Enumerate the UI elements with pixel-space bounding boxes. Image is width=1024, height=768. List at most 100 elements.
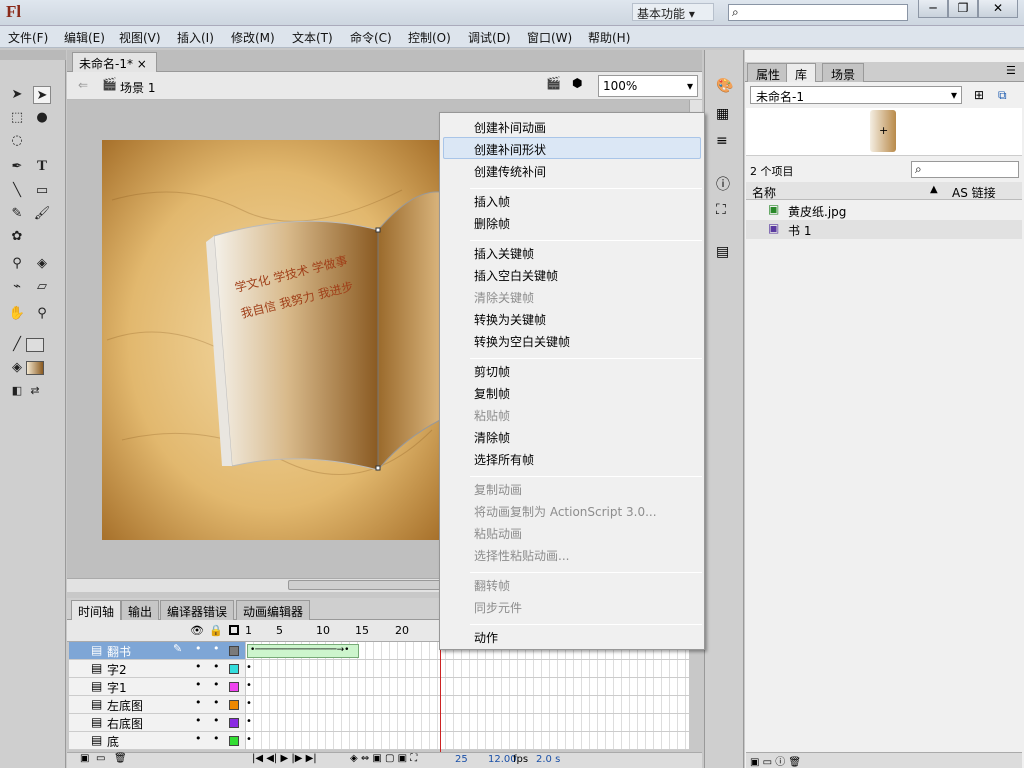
new-library-icon[interactable]: ⧉ — [998, 88, 1007, 103]
selection-tool-icon[interactable]: ➤ — [8, 86, 26, 104]
layer-color-swatch[interactable] — [229, 718, 239, 728]
onion-skin-icons[interactable]: ◈ ⇔ ▣ ▢ ▣ ⛶ — [350, 753, 417, 764]
close-tab-icon[interactable]: × — [137, 57, 147, 71]
context-menu-item[interactable]: 动作 — [474, 629, 498, 646]
menu-item[interactable]: 帮助(H) — [588, 29, 630, 46]
context-menu-item[interactable]: 插入帧 — [474, 193, 510, 210]
sort-up-icon[interactable]: ▲ — [930, 184, 938, 195]
context-menu-item[interactable]: 转换为空白关键帧 — [474, 333, 570, 350]
fill-color-swatch[interactable] — [26, 361, 44, 375]
new-layer-icon[interactable]: ▣ — [80, 753, 89, 764]
context-menu-item[interactable]: 插入关键帧 — [474, 245, 534, 262]
context-menu-item[interactable]: 选择所有帧 — [474, 451, 534, 468]
eye-icon[interactable]: 👁 — [190, 624, 204, 637]
lock-icon[interactable]: 🔒 — [209, 624, 223, 637]
menu-item[interactable]: 文件(F) — [8, 29, 48, 46]
stage-canvas[interactable]: 学文化 学技术 学做事 我自信 我努力 我进步 — [102, 140, 440, 540]
tab-output[interactable]: 输出 — [121, 600, 160, 620]
workspace-switcher[interactable]: 基本功能 ▾ — [632, 3, 714, 21]
help-search-input[interactable]: ⌕ — [728, 4, 908, 21]
close-button[interactable]: ✕ — [978, 0, 1018, 18]
layer-color-swatch[interactable] — [229, 682, 239, 692]
layer-row[interactable]: ▤ 左底图 • • — [69, 696, 245, 714]
layer-row[interactable]: ▤ 字2 • • — [69, 660, 245, 678]
layer-color-swatch[interactable] — [229, 736, 239, 746]
frame-track[interactable]: • — [246, 732, 689, 750]
edit-scene-icon[interactable]: 🎬 — [546, 76, 561, 90]
frame-track[interactable]: • — [246, 714, 689, 732]
context-menu-item[interactable]: 剪切帧 — [474, 363, 510, 380]
menu-item[interactable]: 编辑(E) — [64, 29, 105, 46]
outline-icon[interactable] — [229, 625, 239, 635]
tab-compiler-errors[interactable]: 编译器错误 — [160, 600, 235, 620]
stroke-color-icon[interactable]: ╱ — [8, 336, 26, 354]
menu-item[interactable]: 插入(I) — [177, 29, 214, 46]
layer-row[interactable]: ▤ 右底图 • • — [69, 714, 245, 732]
frame-track[interactable]: • — [246, 660, 689, 678]
frame-track[interactable]: • — [246, 696, 689, 714]
new-folder-icon[interactable]: ▭ — [96, 753, 105, 764]
context-menu-item[interactable]: 创建补间形状 — [474, 141, 546, 158]
components-panel-icon[interactable]: ▤ — [716, 244, 729, 260]
context-menu-item[interactable]: 复制帧 — [474, 385, 510, 402]
restore-button[interactable]: ❐ — [948, 0, 978, 18]
pen-tool-icon[interactable]: ✒ — [8, 158, 26, 176]
tab-motion-editor[interactable]: 动画编辑器 — [236, 600, 311, 620]
layer-color-swatch[interactable] — [229, 646, 239, 656]
library-actions-icons[interactable]: ▣ ▭ ⓘ 🗑 — [750, 753, 801, 768]
layer-row[interactable]: ▤ 字1 • • — [69, 678, 245, 696]
zoom-tool-icon[interactable]: ⚲ — [33, 305, 51, 323]
library-document-select[interactable]: 未命名-1 ▾ — [750, 86, 962, 104]
tab-library[interactable]: 库 — [786, 63, 817, 82]
stroke-color-swatch[interactable] — [26, 338, 44, 352]
column-name[interactable]: 名称 — [752, 184, 776, 201]
subselection-tool-icon[interactable]: ➤ — [33, 86, 51, 104]
eraser-tool-icon[interactable]: ▱ — [33, 278, 51, 296]
delete-layer-icon[interactable]: 🗑 — [114, 753, 127, 764]
deco-tool-icon[interactable]: ✿ — [8, 228, 26, 246]
menu-item[interactable]: 命令(C) — [350, 29, 392, 46]
layer-color-swatch[interactable] — [229, 664, 239, 674]
current-frame[interactable]: 25 — [455, 754, 468, 765]
layer-color-swatch[interactable] — [229, 700, 239, 710]
swatches-panel-icon[interactable]: ▦ — [716, 106, 729, 122]
rectangle-tool-icon[interactable]: ▭ — [33, 182, 51, 200]
layer-row[interactable]: ▤ 底 • • — [69, 732, 245, 750]
align-panel-icon[interactable]: ≡ — [716, 133, 728, 149]
back-arrow-icon[interactable]: ⇐ — [78, 78, 88, 92]
tab-timeline[interactable]: 时间轴 — [71, 600, 122, 620]
line-tool-icon[interactable]: ╲ — [8, 182, 26, 200]
hand-tool-icon[interactable]: ✋ — [8, 305, 26, 323]
document-tab[interactable]: 未命名-1* × — [72, 52, 157, 72]
panel-menu-icon[interactable]: ☰ — [1006, 64, 1016, 77]
brush-tool-icon[interactable]: 🖌 — [33, 205, 51, 223]
transform-panel-icon[interactable]: ⛶ — [716, 202, 726, 218]
playback-controls[interactable]: |◀ ◀| ▶ |▶ ▶| — [252, 753, 317, 764]
context-menu-item[interactable]: 清除帧 — [474, 429, 510, 446]
library-item[interactable]: ▣ 黄皮纸.jpg — [746, 201, 1022, 220]
minimize-button[interactable]: ─ — [918, 0, 948, 18]
menu-item[interactable]: 视图(V) — [119, 29, 161, 46]
layer-row[interactable]: ▤ 翻书 ✎ • • — [69, 642, 245, 660]
menu-item[interactable]: 窗口(W) — [527, 29, 572, 46]
frame-track[interactable]: • — [246, 678, 689, 696]
paint-bucket-tool-icon[interactable]: ◈ — [33, 255, 51, 273]
context-menu-item[interactable]: 转换为关键帧 — [474, 311, 546, 328]
tab-properties[interactable]: 属性 — [747, 63, 790, 82]
info-panel-icon[interactable]: ⓘ — [716, 174, 730, 194]
swap-colors-icon[interactable]: ⇄ — [26, 382, 44, 400]
3d-rotation-tool-icon[interactable]: ● — [33, 109, 51, 127]
menu-item[interactable]: 控制(O) — [408, 29, 451, 46]
menu-item[interactable]: 修改(M) — [231, 29, 275, 46]
context-menu-item[interactable]: 删除帧 — [474, 215, 510, 232]
zoom-select[interactable]: 100% ▾ — [598, 75, 698, 97]
context-menu-item[interactable]: 创建补间动画 — [474, 119, 546, 136]
context-menu-item[interactable]: 插入空白关键帧 — [474, 267, 558, 284]
panel-grip[interactable] — [0, 50, 66, 60]
pencil-tool-icon[interactable]: ✎ — [8, 205, 26, 223]
bone-tool-icon[interactable]: ⚲ — [8, 255, 26, 273]
menu-item[interactable]: 文本(T) — [292, 29, 333, 46]
library-search-input[interactable]: ⌕ — [911, 161, 1019, 178]
eyedropper-tool-icon[interactable]: ⌁ — [8, 278, 26, 296]
context-menu-item[interactable]: 创建传统补间 — [474, 163, 546, 180]
